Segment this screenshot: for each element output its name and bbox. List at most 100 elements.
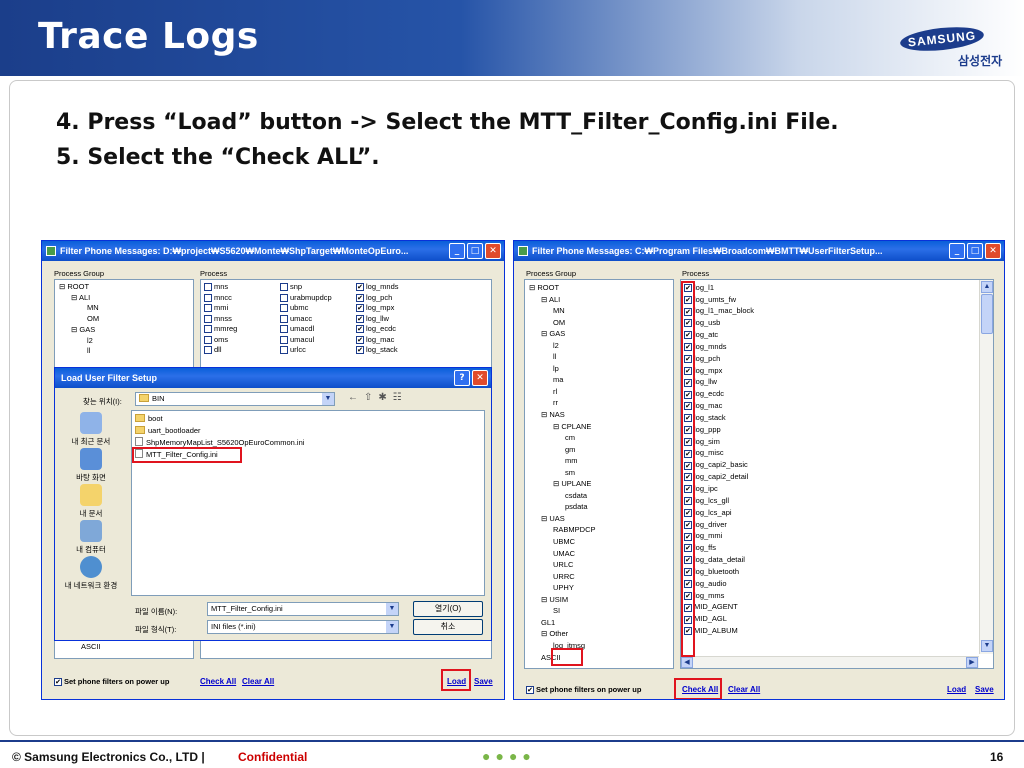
process-checkbox[interactable] <box>356 293 364 302</box>
minimize-button[interactable]: _ <box>949 243 965 259</box>
process-item[interactable]: log_mpx <box>684 365 754 377</box>
process-item[interactable]: mnss <box>204 314 237 325</box>
process-checkbox[interactable] <box>684 461 692 470</box>
scroll-thumb[interactable] <box>981 294 993 334</box>
process-item[interactable]: log_data_detail <box>684 554 754 566</box>
process-checkbox[interactable] <box>280 293 288 302</box>
process-item[interactable]: oms <box>204 335 237 346</box>
process-item[interactable]: mns <box>204 282 237 293</box>
process-item[interactable]: log_mmi <box>684 531 754 543</box>
tree-item[interactable]: ⊟ ROOT <box>59 282 99 293</box>
power-up-checkbox[interactable] <box>54 677 62 686</box>
process-item[interactable]: log_mac <box>684 400 754 412</box>
view-menu-icon[interactable]: ☷ <box>393 392 408 403</box>
process-checkbox[interactable] <box>684 426 692 435</box>
tree-item[interactable]: MN <box>529 305 596 317</box>
tree-item[interactable]: lp <box>529 363 596 375</box>
process-item[interactable]: log_mac <box>356 335 399 346</box>
tree-item[interactable]: ⊟ NAS <box>529 409 596 421</box>
process-item[interactable]: log_l1_mac_block <box>684 306 754 318</box>
process-checkbox[interactable] <box>356 325 364 334</box>
process-checkbox[interactable] <box>684 627 692 636</box>
back-icon[interactable]: ← <box>348 392 364 403</box>
file-item[interactable]: uart_bootloader <box>135 425 304 437</box>
tree-item[interactable]: MN <box>59 303 99 314</box>
tree-item[interactable]: l2 <box>529 340 596 352</box>
place-desktop[interactable]: 바탕 화면 <box>59 448 123 483</box>
process-checkbox[interactable] <box>356 304 364 313</box>
process-checkbox[interactable] <box>684 343 692 352</box>
process-item[interactable]: log_mpx <box>356 303 399 314</box>
process-item[interactable]: log_ppp <box>684 424 754 436</box>
process-checkbox[interactable] <box>684 508 692 517</box>
process-item[interactable]: ubmc <box>280 303 332 314</box>
process-item[interactable]: urabmupdcp <box>280 293 332 304</box>
process-item[interactable]: MID_AGL <box>684 614 754 626</box>
close-button[interactable]: ✕ <box>485 243 501 259</box>
tree-item[interactable]: rr <box>529 397 596 409</box>
power-up-checkbox-row[interactable]: Set phone filters on power up <box>54 677 169 686</box>
process-checkbox[interactable] <box>684 615 692 624</box>
process-item[interactable]: log_ffs <box>684 543 754 555</box>
tree-item[interactable]: ⊟ UAS <box>529 513 596 525</box>
process-checkbox[interactable] <box>684 603 692 612</box>
process-checkbox[interactable] <box>280 325 288 334</box>
process-item[interactable]: log_llw <box>356 314 399 325</box>
load-link[interactable]: Load <box>447 677 466 686</box>
process-item[interactable]: log_atc <box>684 329 754 341</box>
tree-item[interactable]: l2 <box>59 336 99 347</box>
process-item[interactable]: log_misc <box>684 448 754 460</box>
process-item[interactable]: umacc <box>280 314 332 325</box>
load-link[interactable]: Load <box>947 685 966 694</box>
process-checkbox[interactable] <box>684 497 692 506</box>
process-checkbox[interactable] <box>684 568 692 577</box>
tree-item[interactable]: psdata <box>529 501 596 513</box>
check-all-link[interactable]: Check All <box>200 677 236 686</box>
process-checkbox[interactable] <box>204 293 212 302</box>
process-checkbox[interactable] <box>204 314 212 323</box>
file-item[interactable]: boot <box>135 413 304 425</box>
new-folder-icon[interactable]: ✱ <box>378 392 392 403</box>
tree-item[interactable]: ll <box>529 351 596 363</box>
tree-item[interactable]: ⊟ ALI <box>529 294 596 306</box>
tree-item[interactable]: ⊟ CPLANE <box>529 421 596 433</box>
process-checkbox[interactable] <box>204 335 212 344</box>
process-checkbox[interactable] <box>684 485 692 494</box>
tree-item[interactable]: cm <box>529 432 596 444</box>
left-window-titlebar[interactable]: Filter Phone Messages: D:₩project₩S5620₩… <box>42 241 504 261</box>
process-item[interactable]: log_mms <box>684 590 754 602</box>
tree-item[interactable]: ⊟ USIM <box>529 594 596 606</box>
minimize-button[interactable]: _ <box>449 243 465 259</box>
process-checkbox[interactable] <box>684 319 692 328</box>
tree-item[interactable]: ASCII <box>529 652 596 664</box>
process-checkbox[interactable] <box>204 325 212 334</box>
process-item[interactable]: umacdl <box>280 324 332 335</box>
process-item[interactable]: umacul <box>280 335 332 346</box>
right-window-titlebar[interactable]: Filter Phone Messages: C:₩Program Files₩… <box>514 241 1004 261</box>
process-item[interactable]: log_capi2_basic <box>684 460 754 472</box>
tree-item[interactable]: ma <box>529 374 596 386</box>
process-checkbox[interactable] <box>204 346 212 355</box>
save-link[interactable]: Save <box>975 685 994 694</box>
tree-item[interactable]: RABMPDCP <box>529 524 596 536</box>
scroll-up-button[interactable]: ▲ <box>981 281 993 293</box>
tree-item[interactable]: ⊟ ALI <box>59 293 99 304</box>
file-list[interactable]: boot uart_bootloader ShpMemoryMapList_S562… <box>131 410 485 596</box>
tree-item[interactable]: ⊟ GAS <box>59 325 99 336</box>
process-checkbox[interactable] <box>684 307 692 316</box>
process-checkbox[interactable] <box>684 591 692 600</box>
tree-item[interactable]: mm <box>529 455 596 467</box>
file-item[interactable]: MTT_Filter_Config.ini <box>135 449 304 461</box>
file-name-input[interactable]: MTT_Filter_Config.ini ▼ <box>207 602 399 616</box>
tree-item[interactable]: OM <box>529 317 596 329</box>
process-item[interactable]: log_sim <box>684 436 754 448</box>
horizontal-scrollbar[interactable]: ◀ ▶ <box>681 656 979 668</box>
process-checkbox[interactable] <box>684 414 692 423</box>
process-checkbox[interactable] <box>684 544 692 553</box>
process-item[interactable]: dll <box>204 345 237 356</box>
scroll-left-button[interactable]: ◀ <box>681 657 693 668</box>
process-item[interactable]: log_stack <box>684 412 754 424</box>
process-item[interactable]: log_ecdc <box>684 389 754 401</box>
process-checkbox[interactable] <box>684 437 692 446</box>
process-checkbox[interactable] <box>684 473 692 482</box>
